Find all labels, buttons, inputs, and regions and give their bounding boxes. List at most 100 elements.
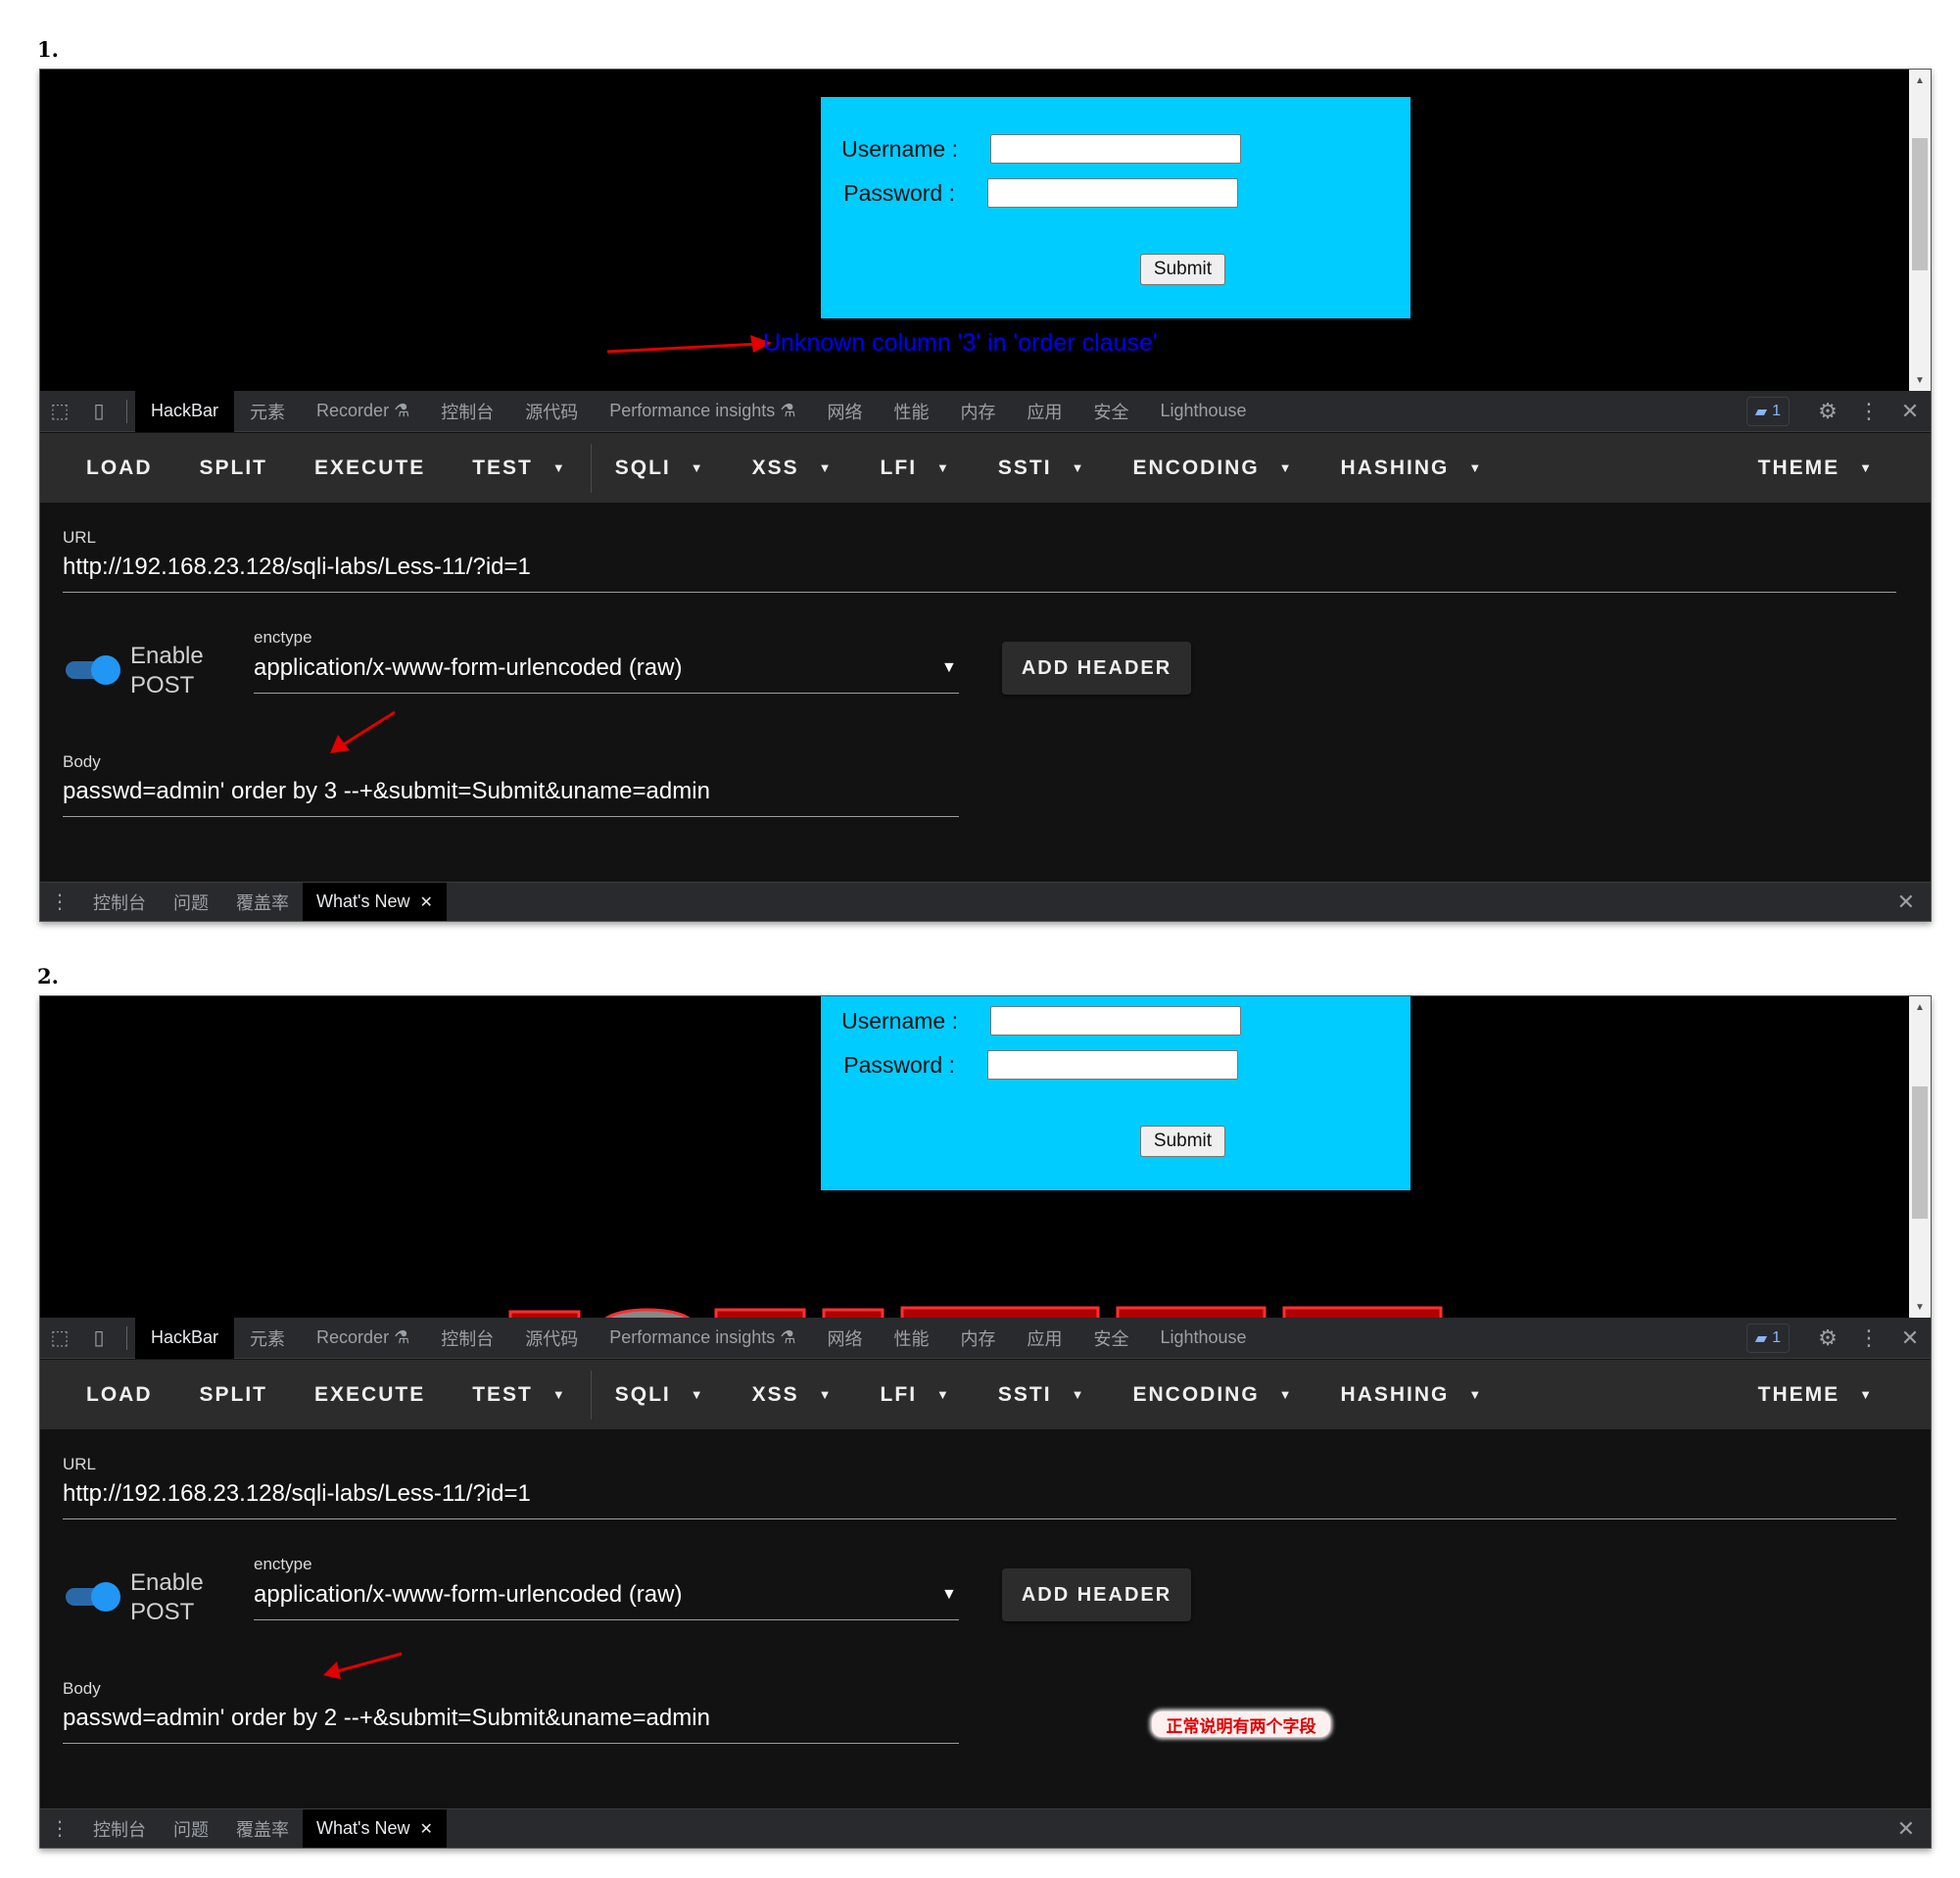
tab-sources[interactable]: 源代码 (509, 391, 594, 432)
scroll-thumb[interactable] (1912, 1086, 1928, 1219)
enctype-select[interactable]: application/x-www-form-urlencoded (raw) (254, 1581, 682, 1609)
close-icon[interactable]: ✕ (1889, 1325, 1931, 1351)
test-dropdown[interactable]: TEST ▼ (449, 1360, 591, 1429)
tab-security[interactable]: 安全 (1077, 1318, 1144, 1359)
close-icon[interactable]: ✕ (1897, 883, 1915, 921)
close-icon[interactable]: ✕ (1889, 399, 1931, 424)
theme-dropdown[interactable]: THEME ▼ (1735, 433, 1897, 503)
lfi-dropdown[interactable]: LFI ▼ (857, 1360, 975, 1429)
tab-hackbar[interactable]: HackBar (135, 1317, 235, 1359)
url-input[interactable]: http://192.168.23.128/sqli-labs/Less-11/… (63, 554, 531, 581)
hashing-dropdown[interactable]: HASHING ▼ (1317, 433, 1507, 503)
username-input[interactable] (990, 1006, 1241, 1035)
ssti-dropdown[interactable]: SSTI ▼ (975, 1360, 1110, 1429)
kebab-menu-icon[interactable]: ⋮ (1848, 399, 1889, 424)
close-icon[interactable]: ✕ (419, 892, 432, 912)
tab-lighthouse[interactable]: Lighthouse (1144, 1318, 1262, 1359)
issues-badge[interactable]: ▰ 1 (1745, 397, 1790, 426)
scroll-down-icon[interactable]: ▼ (1909, 1298, 1931, 1316)
enable-post-toggle[interactable] (66, 1582, 120, 1612)
tab-recorder[interactable]: Recorder ⚗ (301, 1318, 425, 1359)
split-button[interactable]: SPLIT (176, 433, 292, 503)
inspect-element-icon[interactable]: ⬚ (40, 1318, 79, 1359)
drawer-tab-console[interactable]: 控制台 (79, 883, 160, 922)
xss-dropdown[interactable]: XSS ▼ (729, 1360, 857, 1429)
tab-performance-insights[interactable]: Performance insights ⚗ (594, 391, 811, 432)
caret-down-icon[interactable]: ▼ (941, 659, 957, 677)
device-toolbar-icon[interactable]: ▯ (79, 391, 119, 432)
drawer-tab-coverage[interactable]: 覆盖率 (222, 1809, 303, 1849)
body-input[interactable]: passwd=admin' order by 2 --+&submit=Subm… (63, 1705, 710, 1732)
password-input[interactable] (987, 1050, 1238, 1080)
tab-elements[interactable]: 元素 (234, 391, 301, 432)
url-input[interactable]: http://192.168.23.128/sqli-labs/Less-11/… (63, 1480, 531, 1508)
encoding-dropdown[interactable]: ENCODING ▼ (1109, 433, 1316, 503)
tab-network[interactable]: 网络 (811, 1318, 878, 1359)
drawer-tab-issues[interactable]: 问题 (160, 1809, 222, 1849)
submit-button[interactable]: Submit (1140, 254, 1225, 285)
drawer-tab-whats-new[interactable]: What's New ✕ (303, 882, 447, 921)
tab-performance[interactable]: 性能 (878, 391, 944, 432)
drawer-tab-coverage[interactable]: 覆盖率 (222, 883, 303, 922)
tab-memory[interactable]: 内存 (944, 1318, 1011, 1359)
tab-sources[interactable]: 源代码 (509, 1318, 594, 1359)
load-button[interactable]: LOAD (63, 433, 176, 503)
ssti-dropdown[interactable]: SSTI ▼ (975, 433, 1110, 503)
tab-console[interactable]: 控制台 (425, 1318, 509, 1359)
sqli-dropdown[interactable]: SQLI ▼ (592, 433, 729, 503)
tab-hackbar[interactable]: HackBar (135, 390, 235, 432)
enctype-select[interactable]: application/x-www-form-urlencoded (raw) (254, 654, 682, 682)
drawer-tab-whats-new[interactable]: What's New ✕ (303, 1808, 447, 1848)
tab-security[interactable]: 安全 (1077, 391, 1144, 432)
tab-performance-insights[interactable]: Performance insights ⚗ (594, 1318, 811, 1359)
kebab-menu-icon[interactable]: ⋮ (1848, 1325, 1889, 1351)
close-icon[interactable]: ✕ (419, 1819, 432, 1839)
tab-elements[interactable]: 元素 (234, 1318, 301, 1359)
execute-button[interactable]: EXECUTE (291, 1360, 449, 1429)
gear-icon[interactable]: ⚙ (1807, 399, 1848, 424)
sqli-dropdown[interactable]: SQLI ▼ (592, 1360, 729, 1429)
device-toolbar-icon[interactable]: ▯ (79, 1318, 119, 1359)
tab-lighthouse[interactable]: Lighthouse (1144, 391, 1262, 432)
xss-dropdown[interactable]: XSS ▼ (729, 433, 857, 503)
add-header-button[interactable]: ADD HEADER (1002, 642, 1191, 695)
hashing-dropdown[interactable]: HASHING ▼ (1317, 1360, 1507, 1429)
close-icon[interactable]: ✕ (1897, 1809, 1915, 1848)
tab-application[interactable]: 应用 (1011, 391, 1077, 432)
body-input[interactable]: passwd=admin' order by 3 --+&submit=Subm… (63, 778, 710, 805)
scroll-up-icon[interactable]: ▲ (1909, 72, 1931, 89)
page-scrollbar[interactable]: ▲ ▼ (1909, 70, 1931, 391)
gear-icon[interactable]: ⚙ (1807, 1325, 1848, 1351)
page-scrollbar[interactable]: ▲ ▼ (1909, 996, 1931, 1318)
issues-badge[interactable]: ▰ 1 (1745, 1324, 1790, 1353)
execute-button[interactable]: EXECUTE (291, 433, 449, 503)
kebab-menu-icon[interactable]: ⋮ (40, 890, 79, 914)
scroll-thumb[interactable] (1912, 138, 1928, 270)
username-input[interactable] (990, 134, 1241, 164)
add-header-button[interactable]: ADD HEADER (1002, 1568, 1191, 1621)
kebab-menu-icon[interactable]: ⋮ (40, 1816, 79, 1841)
password-input[interactable] (987, 178, 1238, 208)
theme-dropdown[interactable]: THEME ▼ (1735, 1360, 1897, 1429)
drawer-tab-issues[interactable]: 问题 (160, 883, 222, 922)
tab-performance[interactable]: 性能 (878, 1318, 944, 1359)
scroll-down-icon[interactable]: ▼ (1909, 371, 1931, 389)
tab-memory[interactable]: 内存 (944, 391, 1011, 432)
tab-network[interactable]: 网络 (811, 391, 878, 432)
submit-button[interactable]: Submit (1140, 1126, 1225, 1157)
lfi-dropdown[interactable]: LFI ▼ (857, 433, 975, 503)
scroll-up-icon[interactable]: ▲ (1909, 998, 1931, 1016)
load-button[interactable]: LOAD (63, 1360, 176, 1429)
tab-recorder[interactable]: Recorder ⚗ (301, 391, 425, 432)
enable-post-toggle[interactable] (66, 655, 120, 685)
tab-application[interactable]: 应用 (1011, 1318, 1077, 1359)
login-form: Username : Password : Submit (821, 97, 1410, 318)
login-form: Username : Password : Submit (821, 996, 1410, 1190)
test-dropdown[interactable]: TEST ▼ (449, 433, 591, 503)
tab-console[interactable]: 控制台 (425, 391, 509, 432)
inspect-element-icon[interactable]: ⬚ (40, 391, 79, 432)
encoding-dropdown[interactable]: ENCODING ▼ (1109, 1360, 1316, 1429)
caret-down-icon[interactable]: ▼ (941, 1586, 957, 1604)
drawer-tab-console[interactable]: 控制台 (79, 1809, 160, 1849)
split-button[interactable]: SPLIT (176, 1360, 292, 1429)
